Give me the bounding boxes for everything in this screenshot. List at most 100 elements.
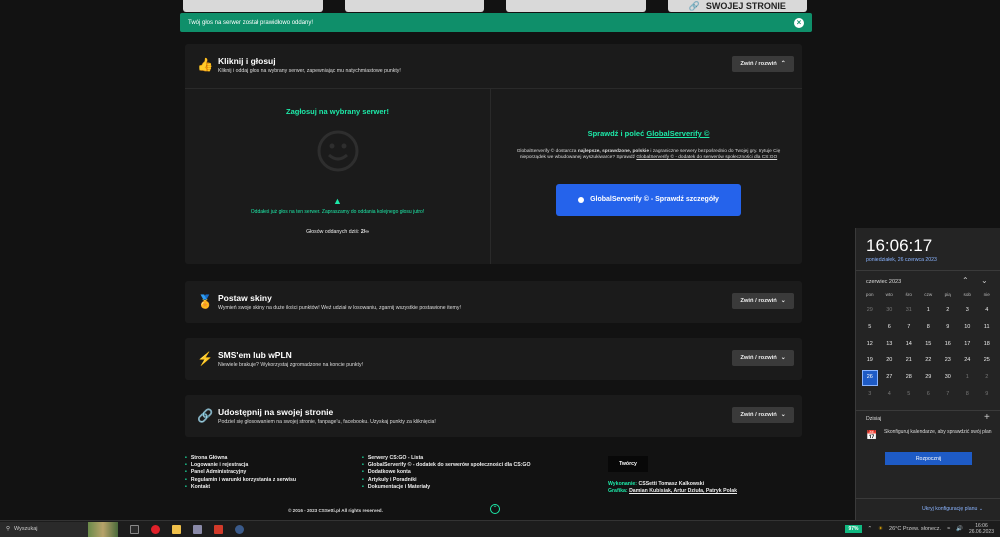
calendar-day[interactable]: 9: [941, 321, 955, 335]
top-button-3[interactable]: [506, 0, 646, 12]
top-button-share[interactable]: 🔗 SWOJEJ STRONIE: [667, 0, 807, 12]
calendar-day[interactable]: 11: [980, 321, 994, 335]
calendar-day[interactable]: 23: [941, 354, 955, 368]
calendar-day[interactable]: 5: [863, 321, 877, 335]
calendar-day[interactable]: 7: [941, 388, 955, 402]
calendar-day[interactable]: 26: [862, 370, 878, 386]
scroll-top-icon[interactable]: ⌃: [490, 504, 500, 514]
widget-image[interactable]: [88, 521, 118, 537]
calendar-day[interactable]: 21: [902, 354, 916, 368]
calendar-day[interactable]: 1: [961, 371, 975, 385]
sms-panel: ⚡ SMS'em lub wPLN Niewiele brakuje? Wyko…: [185, 338, 802, 380]
calendar-day[interactable]: 24: [961, 354, 975, 368]
chevron-up-icon[interactable]: ⌃: [868, 526, 873, 532]
panel-subtitle: Kliknij i oddaj głos na wybrany serwer, …: [218, 68, 401, 74]
vote-heading: Zagłosuj na wybrany serwer!: [286, 107, 389, 116]
opera-icon[interactable]: [151, 524, 160, 534]
toggle-button[interactable]: Zwiń / rozwiń ⌄: [732, 407, 794, 423]
footer-link[interactable]: Logowanie i rejestracja: [185, 462, 296, 469]
calendar-day[interactable]: 25: [980, 354, 994, 368]
taskbar: ⚲ Wyszukaj 97% ⌃ ☀ 26°C Przew. słonecz. ≈…: [0, 520, 1000, 537]
footer-links-secondary: Serwery CS:GO - Lista GlobalServerify © …: [362, 455, 531, 491]
calendar-day[interactable]: 4: [980, 304, 994, 318]
file-explorer-icon[interactable]: [172, 524, 181, 534]
calendar-day[interactable]: 27: [883, 371, 897, 385]
site-footer: Strona Główna Logowanie i rejestracja Pa…: [0, 450, 1000, 520]
calendar-day[interactable]: 10: [961, 321, 975, 335]
top-button-2[interactable]: [344, 0, 484, 12]
calendar-day[interactable]: 29: [922, 371, 936, 385]
chevron-down-icon: ⌄: [780, 298, 786, 304]
footer-link[interactable]: Panel Administracyjny: [185, 469, 296, 476]
vote-panel: 👍 Kliknij i głosuj Kliknij i oddaj głos …: [185, 44, 802, 264]
add-event-icon[interactable]: +: [984, 412, 990, 423]
calendar-day[interactable]: 12: [863, 338, 877, 352]
mail-icon[interactable]: [193, 524, 202, 534]
calendar-day[interactable]: 2: [941, 304, 955, 318]
calendar-day[interactable]: 18: [980, 338, 994, 352]
calendar-day[interactable]: 6: [922, 388, 936, 402]
calendar-day[interactable]: 19: [863, 354, 877, 368]
link-icon: 🔗: [688, 0, 700, 11]
clock-date[interactable]: poniedziałek, 26 czerwca 2023: [866, 257, 937, 263]
calendar-day[interactable]: 3: [961, 304, 975, 318]
bolt-icon: ⚡: [197, 351, 214, 366]
calendar-day[interactable]: 6: [883, 321, 897, 335]
toggle-button[interactable]: Zwiń / rozwiń ⌄: [732, 350, 794, 366]
calendar-day[interactable]: 2: [980, 371, 994, 385]
footer-link[interactable]: Kontakt: [185, 484, 296, 491]
steam-icon[interactable]: [235, 524, 244, 534]
calendar-flyout: 16:06:17 poniedziałek, 26 czerwca 2023 c…: [855, 228, 1000, 520]
search-icon: ⚲: [6, 526, 11, 532]
globalserverify-button[interactable]: GlobalServerify © - Sprawdź szczegóły: [556, 183, 741, 216]
credits: Wykonanie: CSSetti Tomasz Kalkowski Graf…: [608, 481, 737, 495]
volume-icon[interactable]: 🔊: [956, 526, 963, 532]
copyright: © 2016 - 2023 CSSetti.pl All rights rese…: [288, 508, 383, 513]
chevron-down-icon[interactable]: ⌄: [981, 276, 988, 285]
footer-link[interactable]: Dodatkowe konta: [362, 469, 531, 476]
footer-link[interactable]: Dokumentacje i Materiały: [362, 484, 531, 491]
globalserverify-link[interactable]: GlobalServerify © - dodatek do serwerów …: [636, 155, 777, 160]
calendar-day[interactable]: 16: [941, 338, 955, 352]
taskbar-clock[interactable]: 16:06 26.06.2023: [969, 523, 994, 535]
footer-link[interactable]: Artykuły i Poradniki: [362, 477, 531, 484]
search-box[interactable]: ⚲ Wyszukaj: [0, 521, 88, 537]
wifi-icon[interactable]: ≈: [947, 526, 950, 532]
office-icon[interactable]: [214, 524, 223, 534]
calendar-day[interactable]: 14: [902, 338, 916, 352]
footer-link[interactable]: Regulamin i warunki korzystania z serwis…: [185, 477, 296, 484]
toggle-button[interactable]: Zwiń / rozwiń ⌄: [732, 293, 794, 309]
weekday-header: wto: [885, 292, 893, 297]
calendar-day[interactable]: 20: [883, 354, 897, 368]
hide-plan-link[interactable]: Ukryj konfigurację planu ⌄: [922, 506, 983, 512]
today-label: Dzisiaj: [866, 416, 882, 422]
calendar-day[interactable]: 17: [961, 338, 975, 352]
calendar-day[interactable]: 5: [902, 388, 916, 402]
calendar-month[interactable]: czerwiec 2023: [866, 279, 901, 285]
calendar-day[interactable]: 28: [902, 371, 916, 385]
calendar-day[interactable]: 4: [883, 388, 897, 402]
footer-link[interactable]: Strona Główna: [185, 455, 296, 462]
calendar-day[interactable]: 30: [941, 371, 955, 385]
calendar-day[interactable]: 1: [922, 304, 936, 318]
calendar-day[interactable]: 8: [961, 388, 975, 402]
top-button-1[interactable]: [183, 0, 323, 12]
start-button[interactable]: Rozpocznij: [885, 452, 972, 465]
toggle-button[interactable]: Zwiń / rozwiń ⌃: [732, 56, 794, 72]
battery-indicator[interactable]: 97%: [845, 525, 862, 533]
calendar-day[interactable]: 8: [922, 321, 936, 335]
calendar-day[interactable]: 30: [883, 304, 897, 318]
task-view-icon[interactable]: [130, 524, 139, 534]
chevron-up-icon[interactable]: ⌃: [962, 276, 969, 285]
calendar-day[interactable]: 31: [902, 304, 916, 318]
calendar-day[interactable]: 9: [980, 388, 994, 402]
calendar-day[interactable]: 29: [863, 304, 877, 318]
calendar-day[interactable]: 22: [922, 354, 936, 368]
calendar-day[interactable]: 3: [863, 388, 877, 402]
calendar-day[interactable]: 15: [922, 338, 936, 352]
weather-text[interactable]: 26°C Przew. słonecz.: [889, 526, 941, 532]
calendar-day[interactable]: 13: [883, 338, 897, 352]
footer-link[interactable]: GlobalServerify © - dodatek do serwerów …: [362, 462, 531, 469]
close-icon[interactable]: ×: [794, 17, 804, 28]
calendar-day[interactable]: 7: [902, 321, 916, 335]
